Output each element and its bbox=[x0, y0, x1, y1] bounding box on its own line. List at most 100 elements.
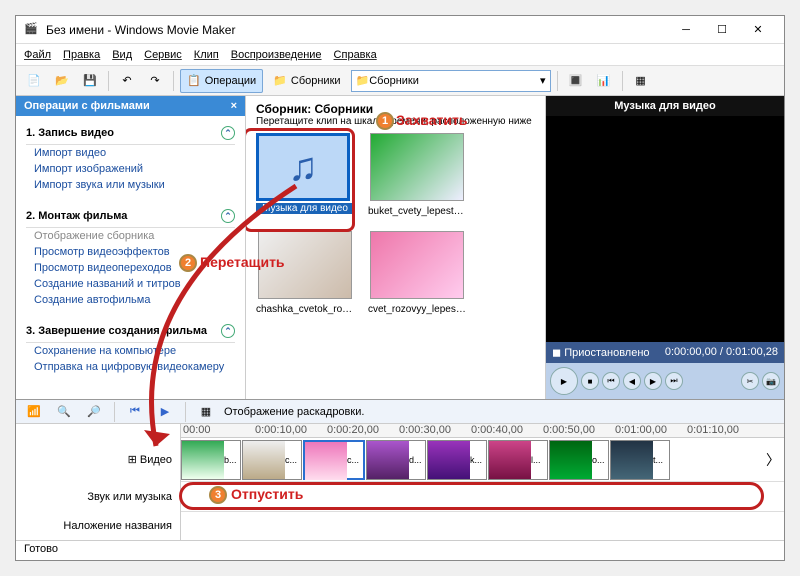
thumb-buket[interactable]: buket_cvety_lepestki_be... bbox=[368, 133, 466, 217]
track-label-overlay: Наложение названия bbox=[16, 512, 180, 540]
collapse-icon[interactable]: ⌃ bbox=[221, 324, 235, 338]
titlebar: 🎬 Без имени - Windows Movie Maker ─ ☐ ✕ bbox=[16, 16, 784, 44]
timeline-clip[interactable]: c... bbox=[303, 440, 365, 480]
toolbar: 📄 📂 💾 ↶ ↷ 📋Операции 📁Сборники 📁 Сборники… bbox=[16, 66, 784, 96]
music-note-icon: ♫ bbox=[256, 133, 350, 201]
collapse-icon[interactable]: ⌃ bbox=[221, 209, 235, 223]
window-title: Без имени - Windows Movie Maker bbox=[46, 23, 668, 37]
menu-help[interactable]: Справка bbox=[334, 49, 377, 61]
storyboard-icon[interactable]: ▦ bbox=[194, 400, 218, 424]
tl-levels-button[interactable]: 📶 bbox=[22, 400, 46, 424]
timeline-area: 📶 🔍 🔎 ⏮ ▶ ▦ Отображение раскадровки. ⊞ В… bbox=[16, 399, 784, 540]
timeline-clip[interactable]: c... bbox=[242, 440, 302, 480]
task-section-3-header[interactable]: 3. Завершение создания фильма⌃ bbox=[26, 320, 235, 343]
view-thumbnails-button[interactable]: 🔳 bbox=[564, 69, 588, 93]
menu-tools[interactable]: Сервис bbox=[144, 49, 182, 61]
menu-play[interactable]: Воспроизведение bbox=[231, 49, 322, 61]
stop-button[interactable]: ■ bbox=[581, 372, 599, 390]
close-button[interactable]: ✕ bbox=[740, 18, 776, 42]
annotation-text-3: Отпустить bbox=[231, 486, 303, 502]
view-details-button[interactable]: 📊 bbox=[592, 69, 616, 93]
app-window: 🎬 Без имени - Windows Movie Maker ─ ☐ ✕ … bbox=[15, 15, 785, 561]
tl-zoom-in-button[interactable]: 🔍 bbox=[52, 400, 76, 424]
main-area: Операции с фильмами× 1. Запись видео⌃ Им… bbox=[16, 96, 784, 399]
preview-controls: ▶ ■ ⏮ ◀ ▶ ⏭ ✂ 📷 bbox=[546, 363, 784, 399]
timeline-clip[interactable]: d... bbox=[366, 440, 426, 480]
storyboard-label[interactable]: Отображение раскадровки. bbox=[224, 406, 364, 418]
save-button[interactable]: 💾 bbox=[78, 69, 102, 93]
menu-file[interactable]: Файл bbox=[24, 49, 51, 61]
separator bbox=[108, 71, 109, 91]
thumb-music[interactable]: ♫Музыка для видео bbox=[256, 133, 354, 217]
thumb-cvet[interactable]: cvet_rozovyy_lepestki_r... bbox=[368, 231, 466, 315]
collapse-icon[interactable]: ⌃ bbox=[221, 126, 235, 140]
close-tasks-icon[interactable]: × bbox=[231, 100, 237, 112]
timeline-tracks[interactable]: 00:000:00:10,000:00:20,000:00:30,000:00:… bbox=[181, 424, 784, 540]
timeline-clip[interactable]: t... bbox=[610, 440, 670, 480]
menu-clip[interactable]: Клип bbox=[194, 49, 219, 61]
task-send-camera[interactable]: Отправка на цифровую видеокамеру bbox=[26, 359, 235, 375]
next-button[interactable]: ⏭ bbox=[665, 372, 683, 390]
task-show-collection[interactable]: Отображение сборника bbox=[26, 228, 235, 244]
view-mode-button[interactable]: ▦ bbox=[629, 69, 653, 93]
snapshot-button[interactable]: 📷 bbox=[762, 372, 780, 390]
separator bbox=[557, 71, 558, 91]
task-section-2-header[interactable]: 2. Монтаж фильма⌃ bbox=[26, 205, 235, 228]
video-track[interactable]: b... c... c... d... k... l... o... t... … bbox=[181, 438, 784, 482]
task-automovie[interactable]: Создание автофильма bbox=[26, 292, 235, 308]
annotation-badge-1: 1 bbox=[376, 112, 394, 130]
collections-button[interactable]: 📁Сборники bbox=[267, 69, 346, 93]
thumbnail-image bbox=[370, 231, 464, 299]
tl-zoom-out-button[interactable]: 🔎 bbox=[82, 400, 106, 424]
separator bbox=[173, 71, 174, 91]
operations-button[interactable]: 📋Операции bbox=[180, 69, 263, 93]
timeline-clip[interactable]: k... bbox=[427, 440, 487, 480]
annotation-badge-3: 3 bbox=[209, 486, 227, 504]
prev-button[interactable]: ⏮ bbox=[602, 372, 620, 390]
preview-time: 0:00:00,00 / 0:01:00,28 bbox=[665, 346, 778, 359]
undo-button[interactable]: ↶ bbox=[115, 69, 139, 93]
task-import-audio[interactable]: Импорт звука или музыки bbox=[26, 177, 235, 193]
thumbnail-image bbox=[370, 133, 464, 201]
preview-title: Музыка для видео bbox=[546, 96, 784, 116]
timeline-clip[interactable]: b... bbox=[181, 440, 241, 480]
new-button[interactable]: 📄 bbox=[22, 69, 46, 93]
task-titles[interactable]: Создание названий и титров bbox=[26, 276, 235, 292]
split-button[interactable]: ✂ bbox=[741, 372, 759, 390]
tasks-pane: Операции с фильмами× 1. Запись видео⌃ Им… bbox=[16, 96, 246, 399]
tl-rewind-button[interactable]: ⏮ bbox=[123, 400, 147, 424]
menu-view[interactable]: Вид bbox=[112, 49, 132, 61]
thumb-chashka[interactable]: chashka_cvetok_roza_8... bbox=[256, 231, 354, 315]
separator bbox=[114, 402, 115, 422]
timeline-labels: ⊞ Видео Звук или музыка Наложение назван… bbox=[16, 424, 181, 540]
overlay-track[interactable] bbox=[181, 512, 784, 540]
task-import-images[interactable]: Импорт изображений bbox=[26, 161, 235, 177]
minimize-button[interactable]: ─ bbox=[668, 18, 704, 42]
menubar: Файл Правка Вид Сервис Клип Воспроизведе… bbox=[16, 44, 784, 66]
step-fwd-button[interactable]: ▶ bbox=[644, 372, 662, 390]
tl-play-button[interactable]: ▶ bbox=[153, 400, 177, 424]
preview-status: ◼ Приостановлено 0:00:00,00 / 0:01:00,28 bbox=[546, 342, 784, 363]
collections-dropdown[interactable]: 📁 Сборники▾ bbox=[351, 70, 551, 92]
separator bbox=[622, 71, 623, 91]
timeline-clip[interactable]: l... bbox=[488, 440, 548, 480]
maximize-button[interactable]: ☐ bbox=[704, 18, 740, 42]
open-button[interactable]: 📂 bbox=[50, 69, 74, 93]
scroll-right-icon[interactable]: 〉 bbox=[762, 450, 784, 470]
collection-pane: Сборник: Сборники Перетащите клип на шка… bbox=[246, 96, 546, 399]
track-label-audio: Звук или музыка bbox=[16, 482, 180, 512]
annotation-text-1: Захватить bbox=[396, 112, 467, 128]
track-label-video: ⊞ Видео bbox=[16, 438, 180, 482]
menu-edit[interactable]: Правка bbox=[63, 49, 100, 61]
task-save-computer[interactable]: Сохранение на компьютере bbox=[26, 343, 235, 359]
preview-pane: Музыка для видео ◼ Приостановлено 0:00:0… bbox=[546, 96, 784, 399]
play-button[interactable]: ▶ bbox=[550, 367, 578, 395]
task-import-video[interactable]: Импорт видео bbox=[26, 145, 235, 161]
tasks-header: Операции с фильмами× bbox=[16, 96, 245, 116]
step-back-button[interactable]: ◀ bbox=[623, 372, 641, 390]
timeline-clip[interactable]: o... bbox=[549, 440, 609, 480]
task-section-1-header[interactable]: 1. Запись видео⌃ bbox=[26, 122, 235, 145]
annotation-badge-2: 2 bbox=[179, 254, 197, 272]
separator bbox=[185, 402, 186, 422]
redo-button[interactable]: ↷ bbox=[143, 69, 167, 93]
